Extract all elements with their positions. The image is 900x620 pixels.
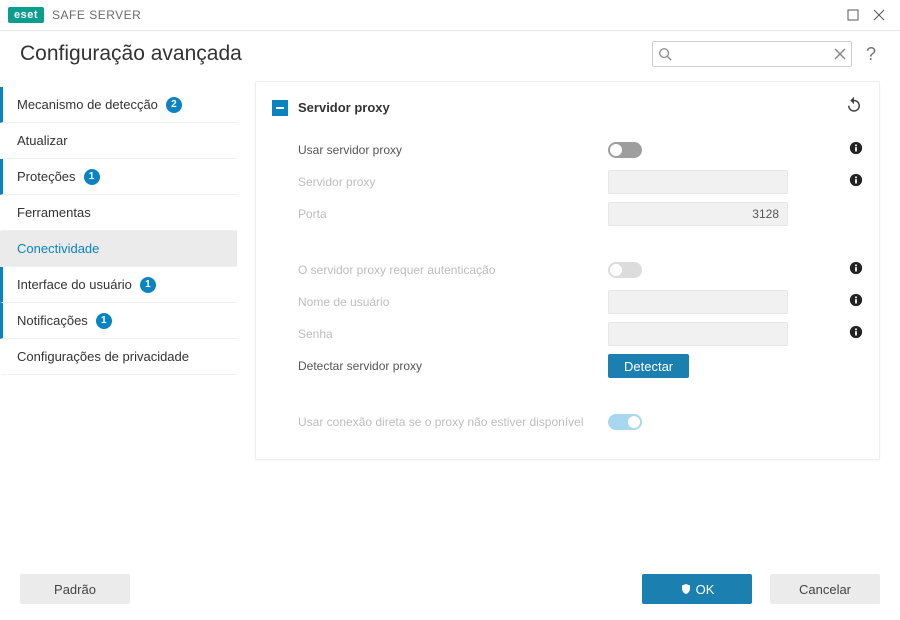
- row-use-proxy: Usar servidor proxy: [272, 135, 863, 165]
- sidebar-item-6[interactable]: Notificações 1: [0, 303, 237, 339]
- info-icon[interactable]: [849, 141, 863, 155]
- row-direct-connection: Usar conexão direta se o proxy não estiv…: [272, 407, 863, 437]
- row-requires-auth: O servidor proxy requer autenticação: [272, 255, 863, 285]
- info-icon[interactable]: [849, 325, 863, 339]
- info-icon[interactable]: [849, 261, 863, 275]
- info-icon[interactable]: [849, 293, 863, 307]
- footer: Padrão OK Cancelar: [0, 570, 900, 620]
- window-close-button[interactable]: [866, 2, 892, 28]
- header: Configuração avançada ?: [0, 31, 900, 77]
- sidebar-item-1[interactable]: Atualizar: [0, 123, 237, 159]
- input-password: [608, 322, 788, 346]
- info-icon[interactable]: [849, 173, 863, 187]
- label-password: Senha: [298, 327, 608, 341]
- input-username: [608, 290, 788, 314]
- label-username: Nome de usuário: [298, 295, 608, 309]
- sidebar-item-badge: 1: [96, 313, 112, 329]
- proxy-settings-card: Servidor proxy Usar servidor proxy Servi…: [255, 81, 880, 460]
- sidebar-item-label: Ferramentas: [17, 205, 91, 220]
- label-use-proxy: Usar servidor proxy: [298, 143, 608, 157]
- label-server: Servidor proxy: [298, 175, 608, 189]
- product-name: SAFE SERVER: [52, 8, 141, 22]
- toggle-requires-auth: [608, 262, 642, 278]
- sidebar-item-label: Conectividade: [17, 241, 99, 256]
- revert-button[interactable]: [845, 96, 863, 119]
- detect-button[interactable]: Detectar: [608, 354, 689, 378]
- row-server: Servidor proxy: [272, 167, 863, 197]
- sidebar-item-7[interactable]: Configurações de privacidade: [0, 339, 237, 375]
- sidebar-item-label: Interface do usuário: [17, 277, 132, 292]
- window-maximize-button[interactable]: [840, 2, 866, 28]
- section-header: Servidor proxy: [272, 96, 863, 119]
- help-button[interactable]: ?: [862, 44, 880, 65]
- sidebar: Mecanismo de detecção 2 Atualizar Proteções…: [0, 77, 255, 567]
- label-detect: Detectar servidor proxy: [298, 359, 608, 373]
- sidebar-item-label: Atualizar: [17, 133, 68, 148]
- cancel-button[interactable]: Cancelar: [770, 574, 880, 604]
- sidebar-item-0[interactable]: Mecanismo de detecção 2: [0, 87, 237, 123]
- default-button[interactable]: Padrão: [20, 574, 130, 604]
- clear-search-icon[interactable]: [834, 48, 846, 60]
- sidebar-item-badge: 1: [84, 169, 100, 185]
- shield-icon: [680, 583, 692, 595]
- row-detect: Detectar servidor proxy Detectar: [272, 351, 863, 381]
- section-title: Servidor proxy: [298, 100, 390, 115]
- sidebar-item-4[interactable]: Conectividade: [0, 231, 237, 267]
- row-password: Senha: [272, 319, 863, 349]
- sidebar-item-badge: 1: [140, 277, 156, 293]
- row-port: Porta: [272, 199, 863, 229]
- title-bar: eset SAFE SERVER: [0, 0, 900, 30]
- minus-icon: [276, 107, 284, 109]
- label-port: Porta: [298, 207, 608, 221]
- search-field-wrap: [652, 41, 852, 67]
- sidebar-item-badge: 2: [166, 97, 182, 113]
- ok-button[interactable]: OK: [642, 574, 752, 604]
- sidebar-item-label: Notificações: [17, 313, 88, 328]
- toggle-use-proxy[interactable]: [608, 142, 642, 158]
- label-requires-auth: O servidor proxy requer autenticação: [298, 263, 608, 277]
- close-icon: [873, 9, 885, 21]
- brand-logo: eset: [8, 7, 44, 23]
- toggle-direct-connection: [608, 414, 642, 430]
- maximize-icon: [847, 9, 859, 21]
- ok-button-label: OK: [696, 582, 715, 597]
- row-username: Nome de usuário: [272, 287, 863, 317]
- label-direct-connection: Usar conexão direta se o proxy não estiv…: [298, 415, 608, 429]
- input-server: [608, 170, 788, 194]
- content-area: Servidor proxy Usar servidor proxy Servi…: [255, 77, 900, 567]
- sidebar-item-2[interactable]: Proteções 1: [0, 159, 237, 195]
- input-port: [608, 202, 788, 226]
- sidebar-item-label: Mecanismo de detecção: [17, 97, 158, 112]
- search-input[interactable]: [652, 41, 852, 67]
- page-title: Configuração avançada: [20, 42, 242, 66]
- collapse-toggle[interactable]: [272, 100, 288, 116]
- search-icon: [658, 47, 672, 61]
- sidebar-item-3[interactable]: Ferramentas: [0, 195, 237, 231]
- sidebar-item-5[interactable]: Interface do usuário 1: [0, 267, 237, 303]
- revert-icon: [845, 96, 863, 114]
- sidebar-item-label: Proteções: [17, 169, 76, 184]
- sidebar-item-label: Configurações de privacidade: [17, 349, 189, 364]
